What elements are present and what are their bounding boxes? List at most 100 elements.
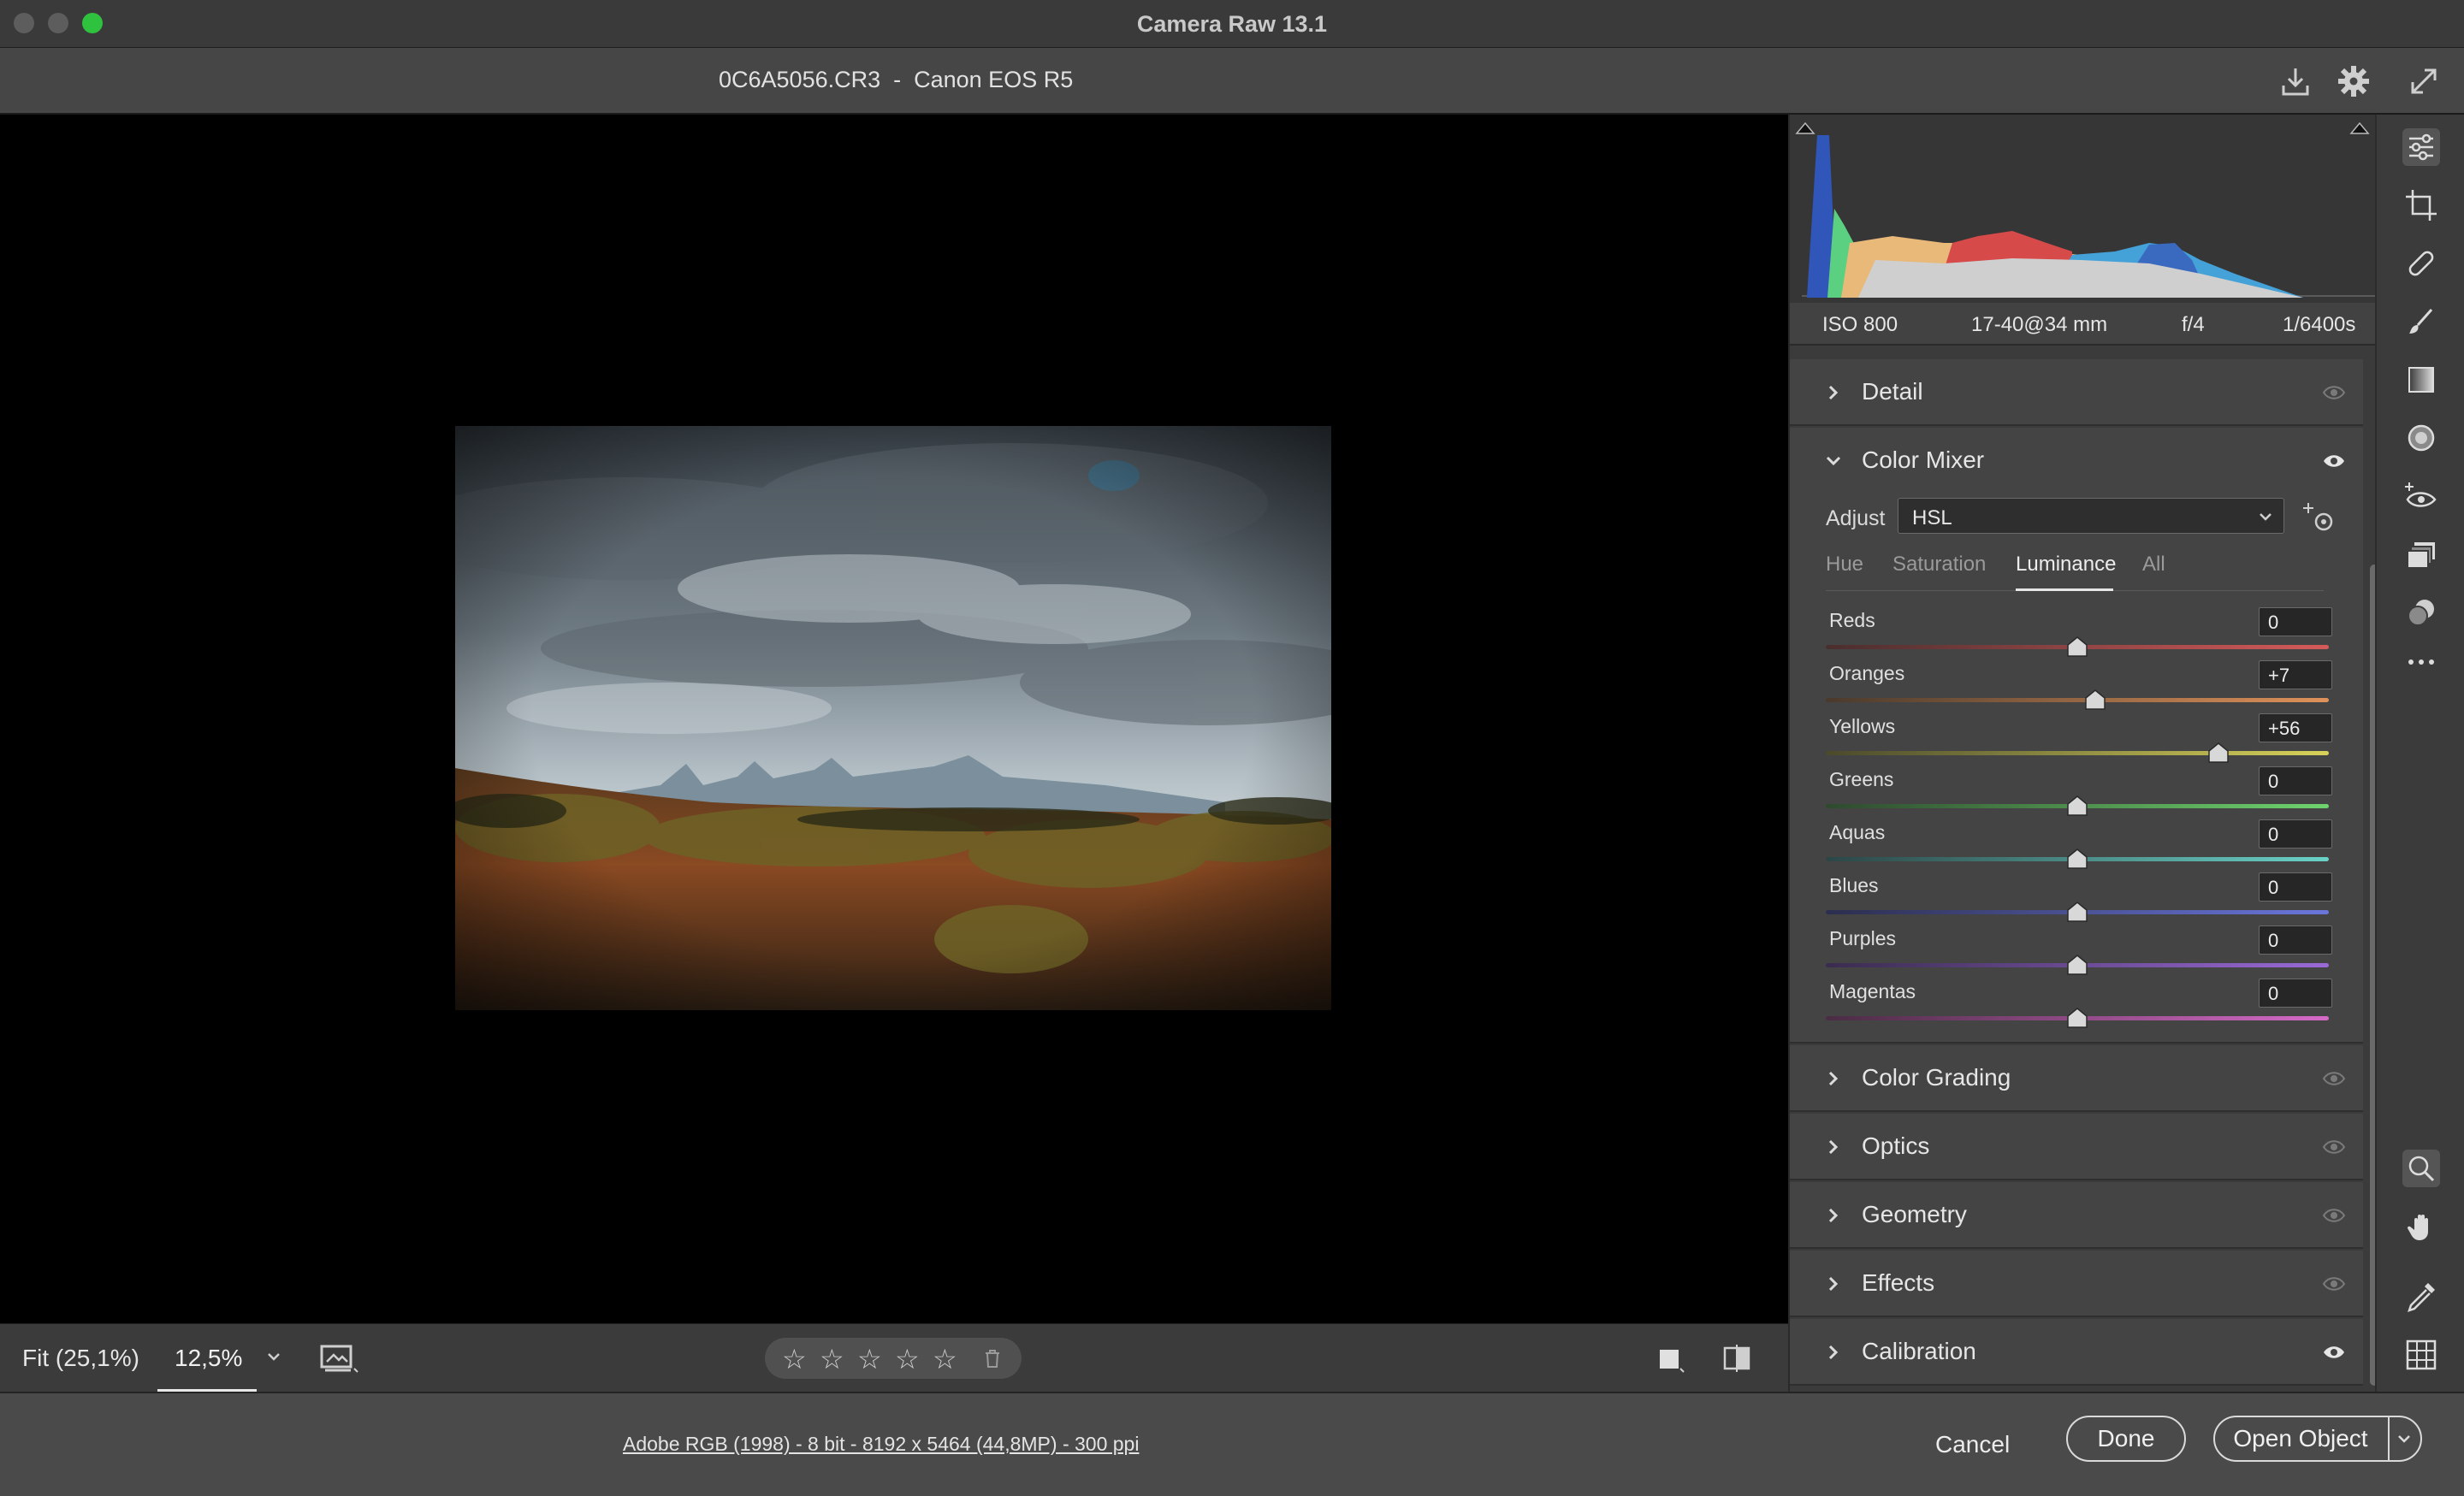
tab-saturation[interactable]: Saturation (1892, 553, 1986, 577)
panel-title: Detail (1862, 378, 1923, 405)
panel-detail: Detail (1790, 359, 2363, 426)
presets-icon[interactable] (2402, 594, 2440, 631)
targeted-adjustment-icon[interactable] (2300, 500, 2336, 535)
slider-label: Blues (1829, 874, 1879, 896)
slider-thumb[interactable] (2066, 955, 2088, 975)
star-icon[interactable]: ☆ (782, 1343, 807, 1375)
edit-sliders-icon[interactable] (2402, 128, 2440, 166)
adjust-select[interactable]: HSL (1898, 498, 2284, 534)
trash-icon[interactable] (980, 1346, 1004, 1370)
tab-hue[interactable]: Hue (1826, 553, 1863, 577)
button-divider (2388, 1417, 2390, 1460)
slider-value-field[interactable]: 0 (2259, 979, 2332, 1008)
edit-panel: ISO 800 17-40@34 mm f/4 1/6400s Detail C… (1790, 115, 2375, 1392)
eye-icon[interactable] (2322, 1068, 2346, 1089)
panel-header-geometry[interactable]: Geometry (1790, 1182, 2363, 1249)
crop-icon[interactable] (2402, 186, 2440, 224)
eye-icon[interactable] (2322, 1137, 2346, 1157)
slider-value-field[interactable]: +56 (2259, 713, 2332, 742)
panel-header-effects[interactable]: Effects (1790, 1251, 2363, 1317)
eye-icon[interactable] (2322, 1274, 2346, 1294)
before-after-icon[interactable] (1721, 1343, 1752, 1374)
panel-title: Effects (1862, 1269, 1935, 1296)
chevron-right-icon (1828, 385, 1839, 400)
panel-header-color-mixer[interactable]: Color Mixer (1790, 428, 2363, 494)
slider-value-field[interactable]: +7 (2259, 660, 2332, 689)
active-tab-indicator (2016, 588, 2113, 591)
hand-icon[interactable] (2402, 1208, 2440, 1245)
exif-aperture: f/4 (2182, 313, 2205, 336)
zoom-level-field[interactable]: 12,5% (157, 1324, 257, 1393)
more-icon[interactable] (2402, 643, 2440, 681)
chevron-right-icon (1828, 1276, 1839, 1292)
slider-value-field[interactable]: 0 (2259, 766, 2332, 795)
eye-icon[interactable] (2322, 1205, 2346, 1226)
panel-title: Color Mixer (1862, 446, 1985, 473)
grid-icon[interactable] (2402, 1336, 2440, 1374)
adjust-label: Adjust (1826, 506, 1886, 530)
open-object-button[interactable]: Open Object (2213, 1416, 2422, 1462)
chevron-down-icon (1826, 456, 1841, 466)
linear-gradient-icon[interactable] (2402, 361, 2440, 399)
radial-gradient-icon[interactable] (2402, 419, 2440, 457)
panel-header-optics[interactable]: Optics (1790, 1114, 2363, 1180)
slider-thumb[interactable] (2084, 689, 2106, 710)
chevron-down-icon[interactable] (2393, 1428, 2415, 1450)
red-eye-icon[interactable] (2402, 477, 2440, 515)
exif-bar: ISO 800 17-40@34 mm f/4 1/6400s (1790, 303, 2375, 346)
image-canvas[interactable] (0, 115, 1788, 1323)
panel-header-calibration[interactable]: Calibration (1790, 1319, 2363, 1386)
slider-thumb[interactable] (2066, 902, 2088, 922)
title-bar: Camera Raw 13.1 (0, 0, 2464, 48)
slider-value-field[interactable]: 0 (2259, 819, 2332, 849)
star-icon[interactable]: ☆ (857, 1343, 882, 1375)
star-icon[interactable]: ☆ (933, 1343, 957, 1375)
zoom-level-value: 12,5% (175, 1345, 243, 1371)
eye-icon[interactable] (2322, 451, 2346, 471)
slider-track[interactable] (1826, 698, 2329, 702)
panel-title: Calibration (1862, 1338, 1976, 1364)
star-icon[interactable]: ☆ (820, 1343, 844, 1375)
fit-zoom-button[interactable]: Fit (25,1%) (22, 1345, 139, 1372)
zoom-icon[interactable] (2402, 1150, 2440, 1187)
eye-icon[interactable] (2322, 382, 2346, 403)
slider-thumb[interactable] (2066, 795, 2088, 816)
sample-image-icon[interactable] (1655, 1343, 1685, 1374)
slider-thumb[interactable] (2066, 849, 2088, 869)
eyedropper-icon[interactable] (2402, 1278, 2440, 1316)
tab-luminance[interactable]: Luminance (2016, 553, 2116, 577)
slider-value-field[interactable]: 0 (2259, 872, 2332, 902)
exif-shutter: 1/6400s (2283, 313, 2356, 336)
chevron-right-icon (1828, 1345, 1839, 1360)
panel-color-mixer: Color Mixer Adjust HSL Hue Saturation Lu… (1790, 428, 2363, 1044)
brush-icon[interactable] (2402, 303, 2440, 340)
panel-header-color-grading[interactable]: Color Grading (1790, 1045, 2363, 1112)
slider-value-field[interactable]: 0 (2259, 925, 2332, 955)
slider-label: Reds (1829, 609, 1875, 631)
slider-track[interactable] (1826, 751, 2329, 755)
panel-header-detail[interactable]: Detail (1790, 359, 2363, 426)
filmstrip-icon[interactable] (318, 1341, 359, 1375)
star-icon[interactable]: ☆ (895, 1343, 920, 1375)
chevron-down-icon[interactable] (264, 1346, 284, 1367)
chevron-right-icon (1828, 1139, 1839, 1155)
file-title: 0C6A5056.CR3 - Canon EOS R5 (719, 67, 1074, 92)
done-button[interactable]: Done (2066, 1416, 2186, 1462)
save-image-icon[interactable] (2277, 63, 2313, 99)
eye-icon[interactable] (2322, 1342, 2346, 1363)
slider-value-field[interactable]: 0 (2259, 607, 2332, 636)
slider-label: Aquas (1829, 821, 1886, 843)
slider-thumb[interactable] (2207, 742, 2230, 763)
slider-thumb[interactable] (2066, 1008, 2088, 1028)
slider-row-magentas: Magentas 0 (1790, 979, 2363, 1032)
tab-all[interactable]: All (2142, 553, 2165, 577)
cancel-button[interactable]: Cancel (1935, 1431, 2010, 1458)
healing-icon[interactable] (2402, 245, 2440, 282)
open-object-label: Open Object (2233, 1425, 2368, 1452)
gear-icon[interactable] (2336, 63, 2372, 99)
slider-thumb[interactable] (2066, 636, 2088, 657)
fullscreen-icon[interactable] (2406, 63, 2442, 99)
panel-list: Detail Color Mixer Adjust HSL Hue Satura… (1790, 359, 2363, 1392)
snapshots-icon[interactable] (2402, 535, 2440, 573)
workflow-options-link[interactable]: Adobe RGB (1998) - 8 bit - 8192 x 5464 (… (623, 1433, 1139, 1456)
